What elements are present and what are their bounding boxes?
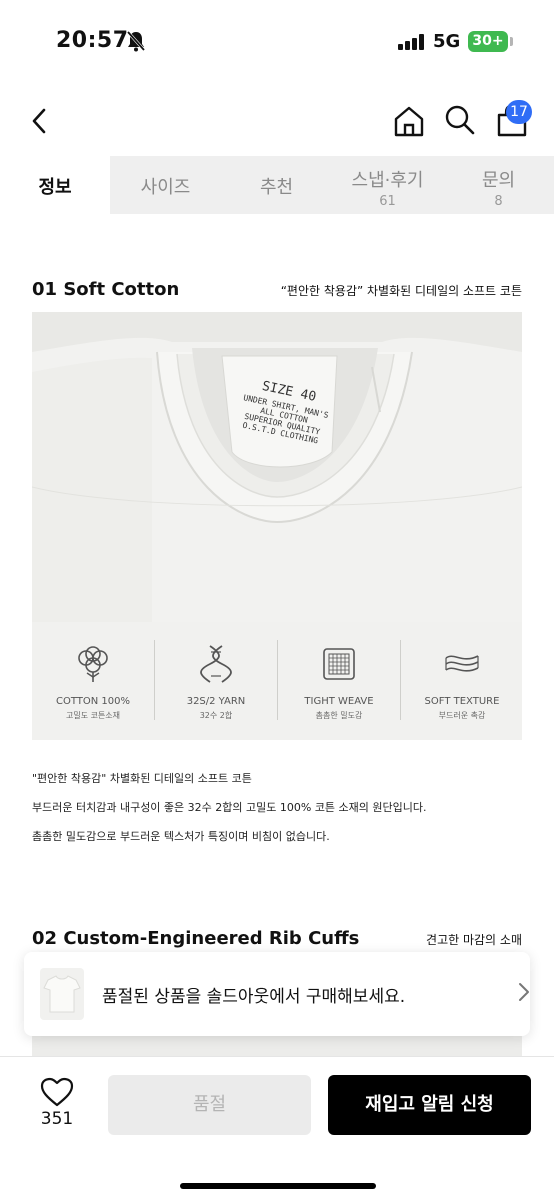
heart-icon[interactable] (40, 1077, 74, 1107)
feature-subtitle: 32수 2합 (199, 711, 233, 720)
tab-count: 8 (494, 194, 503, 209)
product-thumbnail (40, 968, 84, 1020)
tab-bar: 정보 사이즈 추천 스냅·후기 61 문의 8 (0, 156, 554, 214)
cotton-icon (78, 646, 108, 682)
yarn-icon (200, 645, 232, 683)
chevron-right-icon (519, 983, 529, 1001)
feature-title: SOFT TEXTURE (424, 696, 500, 707)
banner-text: 품절된 상품을 솔드아웃에서 구매해보세요. (102, 987, 406, 1007)
tab-count: 61 (379, 194, 396, 209)
feature-weave: TIGHT WEAVE 촘촘한 밀도감 (278, 622, 400, 740)
texture-icon (445, 655, 479, 672)
soldout-button[interactable]: 품절 (108, 1075, 311, 1135)
feature-subtitle: 촘촘한 밀도감 (315, 711, 363, 720)
network-type: 5G (433, 31, 461, 52)
product-photo-collar: SIZE 40 UNDER SHIRT, MAN'S ALL COTTON SU… (32, 312, 522, 740)
section-title-rib-cuffs: 02 Custom-Engineered Rib Cuffs (32, 928, 360, 949)
battery-cap (510, 37, 513, 46)
feature-subtitle: 고밀도 코튼소재 (65, 711, 121, 720)
section-subtitle: 견고한 마감의 소매 (426, 933, 522, 947)
section-subtitle: “편안한 착용감” 차별화된 디테일의 소프트 코튼 (280, 284, 522, 298)
section-title-soft-cotton: 01 Soft Cotton (32, 279, 180, 300)
tab-label: 사이즈 (140, 177, 191, 198)
feature-title: TIGHT WEAVE (304, 696, 374, 707)
feature-title: COTTON 100% (55, 696, 130, 707)
description-line: "편안한 착용감" 차별화된 디테일의 소프트 코튼 (32, 772, 252, 785)
feature-title: 32S/2 YARN (186, 696, 246, 707)
description-line: 부드러운 터치감과 내구성이 좋은 32수 2합의 고밀도 100% 코튼 소재… (32, 801, 427, 814)
bottom-action-bar: 351 품절 재입고 알림 신청 (0, 1056, 554, 1200)
feature-icon-row: COTTON 100% 고밀도 코튼소재 32S/2 YARN 32수 2합 T… (32, 622, 522, 740)
feature-texture: SOFT TEXTURE 부드러운 촉감 (401, 622, 522, 740)
weave-icon (323, 648, 355, 680)
tab-size[interactable]: 사이즈 (110, 156, 221, 214)
tab-snap-review[interactable]: 스냅·후기 61 (332, 156, 443, 214)
home-icon[interactable] (392, 104, 426, 138)
tab-inquiry[interactable]: 문의 8 (443, 156, 554, 214)
cellular-signal-icon (398, 34, 424, 50)
top-navigation (0, 84, 554, 156)
status-time: 20:57 (56, 28, 129, 53)
tab-label: 정보 (38, 177, 72, 198)
feature-cotton: COTTON 100% 고밀도 코튼소재 (32, 622, 154, 740)
back-arrow-icon[interactable] (26, 106, 56, 136)
tshirt-icon (43, 975, 81, 1013)
tab-label: 추천 (259, 177, 294, 198)
feature-subtitle: 부드러운 촉감 (438, 711, 486, 720)
description-line: 촘촘한 밀도감으로 부드러운 텍스처가 특징이며 비침이 없습니다. (32, 830, 330, 843)
cart-count-badge: 17 (506, 100, 532, 124)
restock-alert-button[interactable]: 재입고 알림 신청 (328, 1075, 531, 1135)
like-count: 351 (40, 1109, 74, 1129)
battery-indicator: 30+ (468, 31, 508, 52)
tab-label: 문의 (481, 170, 516, 191)
tab-recommend[interactable]: 추천 (221, 156, 332, 214)
tshirt-collar-illustration (32, 312, 522, 622)
tab-label: 스냅·후기 (351, 170, 424, 191)
silent-bell-icon (126, 31, 146, 52)
status-bar: 20:57 5G 30+ (0, 0, 554, 84)
home-indicator[interactable] (180, 1183, 376, 1189)
tab-info[interactable]: 정보 (0, 156, 110, 214)
search-icon[interactable] (444, 104, 476, 136)
feature-yarn: 32S/2 YARN 32수 2합 (155, 622, 277, 740)
soldout-promo-banner[interactable]: 품절된 상품을 솔드아웃에서 구매해보세요. (24, 952, 530, 1036)
